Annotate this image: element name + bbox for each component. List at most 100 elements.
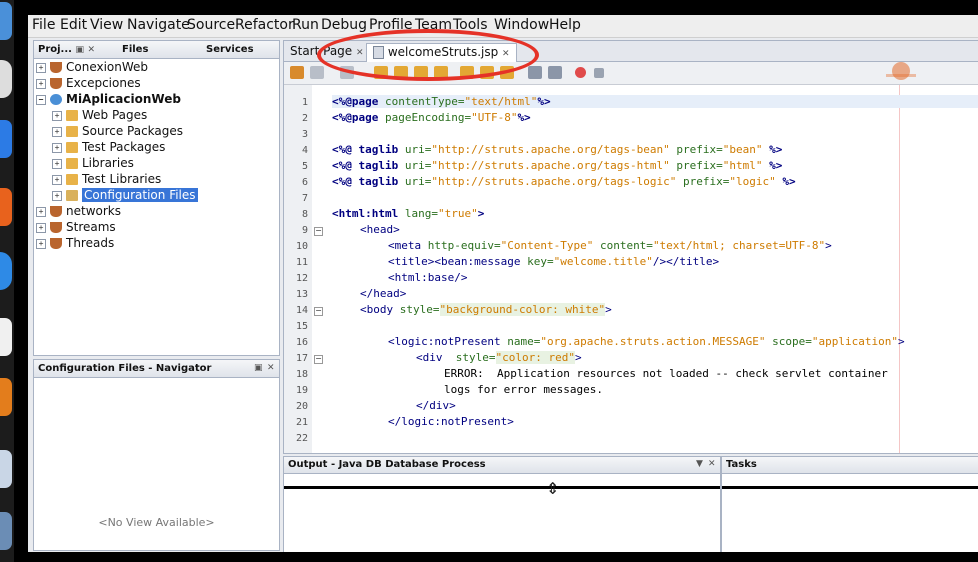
tab-services[interactable]: Services [206, 42, 254, 58]
app-dock-icon[interactable] [0, 120, 12, 158]
back-icon[interactable] [310, 66, 324, 79]
line-number: 20 [295, 401, 308, 412]
tree-item-label: Streams [66, 220, 116, 234]
code-token: "bean" [722, 143, 763, 156]
code-token: <%@ taglib [332, 159, 405, 172]
expand-icon[interactable]: + [36, 238, 46, 249]
expand-icon[interactable]: + [52, 126, 62, 137]
code-line-5: <%@ taglib uri="http://struts.apache.org… [332, 159, 782, 172]
code-token: <title><bean:message [388, 255, 528, 268]
tasks-title: Tasks [726, 459, 757, 470]
line-number: 9 [301, 225, 308, 236]
tree-item-networks[interactable]: + networks [36, 203, 121, 219]
code-token: %> [517, 111, 531, 124]
code-token: "application" [811, 335, 898, 348]
menu-file[interactable]: File [32, 17, 55, 33]
minimize-icon[interactable]: ▣ [254, 361, 263, 377]
code-token: %> [537, 95, 551, 108]
menu-edit[interactable]: Edit [60, 17, 87, 33]
expand-icon[interactable]: + [52, 158, 62, 169]
code-line-21: </logic:notPresent> [388, 415, 514, 428]
menu-view[interactable]: View [90, 17, 123, 33]
menu-window[interactable]: Window [494, 17, 549, 33]
splitter-bar[interactable] [722, 486, 978, 489]
menu-source[interactable]: Source [187, 17, 235, 33]
fold-marker-icon[interactable]: − [314, 227, 323, 236]
tree-item-streams[interactable]: + Streams [36, 219, 116, 235]
line-number: 16 [295, 337, 308, 348]
line-number: 21 [295, 417, 308, 428]
tab-files[interactable]: Files [122, 42, 148, 58]
menu-run[interactable]: Run [292, 17, 319, 33]
code-token: <div [416, 351, 456, 364]
menu-debug[interactable]: Debug [321, 17, 367, 33]
code-token: <%@ taglib [332, 143, 405, 156]
expand-icon[interactable]: + [36, 78, 46, 89]
line-number: 13 [295, 289, 308, 300]
code-token: "text/html; charset=UTF-8" [652, 239, 826, 252]
line-number: 8 [301, 209, 308, 220]
shift-left-icon[interactable] [528, 66, 542, 79]
splitter-bar[interactable] [284, 486, 720, 489]
tree-item-web-pages[interactable]: + Web Pages [52, 107, 147, 123]
expand-icon[interactable]: + [52, 174, 62, 185]
line-number: 14 [295, 305, 308, 316]
line-number: 4 [301, 145, 308, 156]
tree-item-conexionweb[interactable]: + ConexionWeb [36, 59, 148, 75]
tree-item-miaplicacionweb[interactable]: − MiAplicacionWeb [36, 91, 181, 107]
tree-item-excepciones[interactable]: + Excepciones [36, 75, 141, 91]
record-macro-icon[interactable] [575, 67, 586, 78]
code-line-12: <html:base/> [388, 271, 468, 284]
code-token: %> [762, 159, 783, 172]
menu-help[interactable]: Help [549, 17, 581, 33]
tree-item-test-libraries[interactable]: + Test Libraries [52, 171, 161, 187]
expand-icon[interactable]: + [52, 110, 62, 121]
shift-right-icon[interactable] [548, 66, 562, 79]
app-dock-icon[interactable] [0, 512, 12, 550]
tree-item-label: Excepciones [66, 76, 141, 90]
source-history-icon[interactable] [290, 66, 304, 79]
close-icon[interactable]: ✕ [87, 45, 95, 55]
minimize-icon[interactable]: ▼ [696, 457, 703, 472]
app-dock-icon[interactable] [0, 450, 12, 488]
fold-marker-icon[interactable]: − [314, 355, 323, 364]
code-token: %> [762, 143, 783, 156]
line-number: 18 [295, 369, 308, 380]
menu-navigate[interactable]: Navigate [127, 17, 190, 33]
tree-item-source-packages[interactable]: + Source Packages [52, 123, 183, 139]
close-icon[interactable]: ✕ [708, 457, 716, 472]
code-token: contentType= [384, 95, 465, 108]
tab-projects[interactable]: Proj... ▣ ✕ [38, 42, 95, 58]
app-dock-icon[interactable] [0, 252, 12, 290]
line-number: 19 [295, 385, 308, 396]
collapse-icon[interactable]: − [36, 94, 46, 105]
code-token: key= [527, 255, 554, 268]
minimize-icon[interactable]: ▣ [75, 45, 84, 55]
tree-item-configuration-files[interactable]: + Configuration Files [52, 187, 198, 203]
folder-icon [66, 110, 78, 121]
app-dock-icon[interactable] [0, 378, 12, 416]
expand-icon[interactable]: + [52, 142, 62, 153]
folder-icon [66, 158, 78, 169]
expand-icon[interactable]: + [36, 206, 46, 217]
stop-macro-icon[interactable] [594, 68, 604, 78]
expand-icon[interactable]: + [52, 190, 62, 201]
menu-refactor[interactable]: Refactor [235, 17, 294, 33]
finder-dock-icon[interactable] [0, 2, 12, 40]
app-dock-icon[interactable] [0, 60, 12, 98]
code-token: prefix= [676, 175, 730, 188]
expand-icon[interactable]: + [36, 222, 46, 233]
expand-icon[interactable]: + [36, 62, 46, 73]
app-dock-icon[interactable] [0, 188, 12, 226]
code-area[interactable]: <%@page contentType="text/html"%> <%@pag… [324, 85, 978, 453]
close-icon[interactable]: ✕ [267, 361, 275, 377]
code-token: <logic:notPresent [388, 335, 508, 348]
fold-marker-icon[interactable]: − [314, 307, 323, 316]
tree-item-test-packages[interactable]: + Test Packages [52, 139, 165, 155]
tree-item-threads[interactable]: + Threads [36, 235, 114, 251]
line-number: 11 [295, 257, 308, 268]
tree-item-libraries[interactable]: + Libraries [52, 155, 134, 171]
menu-bar: File Edit View Navigate Source Refactor … [28, 15, 978, 38]
output-title: Output - Java DB Database Process [288, 459, 486, 470]
app-dock-icon[interactable] [0, 318, 12, 356]
